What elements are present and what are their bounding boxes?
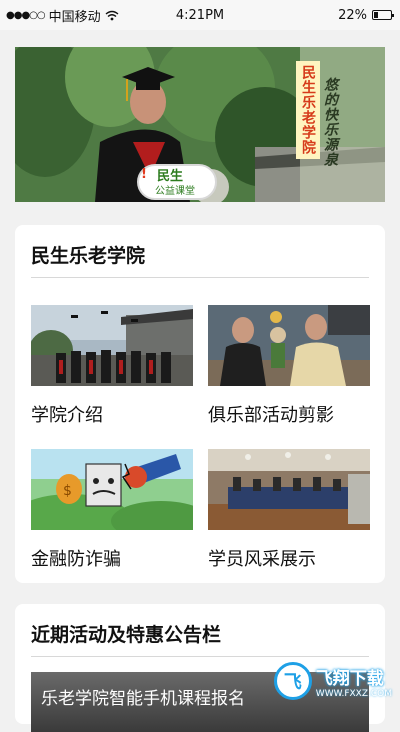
watermark-text: 飞翔下载 WWW.FXXZ.COM	[316, 664, 392, 699]
hero-sign-mark: !	[141, 167, 147, 182]
hero-vertical-slogan: 悠的快乐源泉	[322, 77, 338, 167]
hero-sign-subtext: 公益课堂	[155, 186, 195, 197]
hero-vertical-title: 民生乐老学院	[296, 61, 320, 159]
tile-label: 金融防诈骗	[31, 549, 121, 570]
battery-fill	[374, 12, 378, 18]
section-title: 近期活动及特惠公告栏	[31, 624, 222, 646]
svg-text:$: $	[63, 483, 72, 499]
watermark-url: WWW.FXXZ.COM	[315, 688, 392, 699]
watermark-logo-icon: 飞	[273, 662, 312, 700]
section-divider	[31, 656, 369, 657]
section-divider	[31, 277, 369, 278]
tile-image-graduation	[31, 305, 193, 386]
status-bar: ●●●○○ 中国移动 4:21PM 22%	[0, 0, 400, 30]
tile-label: 学院介绍	[31, 405, 103, 426]
tile-image-classroom	[208, 449, 370, 530]
tile-image-anti-fraud: $	[31, 449, 193, 530]
notice-item-text: 乐老学院智能手机课程报名	[41, 689, 245, 709]
tile-label: 俱乐部活动剪影	[208, 405, 334, 426]
tile-label: 学员风采展示	[208, 549, 316, 570]
section-title: 民生乐老学院	[31, 245, 146, 267]
watermark-name: 飞翔下载	[315, 668, 384, 689]
battery-percent: 22%	[338, 7, 367, 23]
watermark: 飞 飞翔下载 WWW.FXXZ.COM	[273, 662, 392, 700]
hero-banner[interactable]: ! 民生 公益课堂 民生乐老学院 悠的快乐源泉	[15, 47, 385, 202]
battery-icon	[372, 10, 394, 20]
tile-image-club	[208, 305, 370, 386]
status-right: 22%	[338, 7, 394, 23]
college-section-card: 民生乐老学院 学院介绍 俱乐部活动剪影 $ 金融防诈骗 学员风采展示	[15, 225, 385, 583]
